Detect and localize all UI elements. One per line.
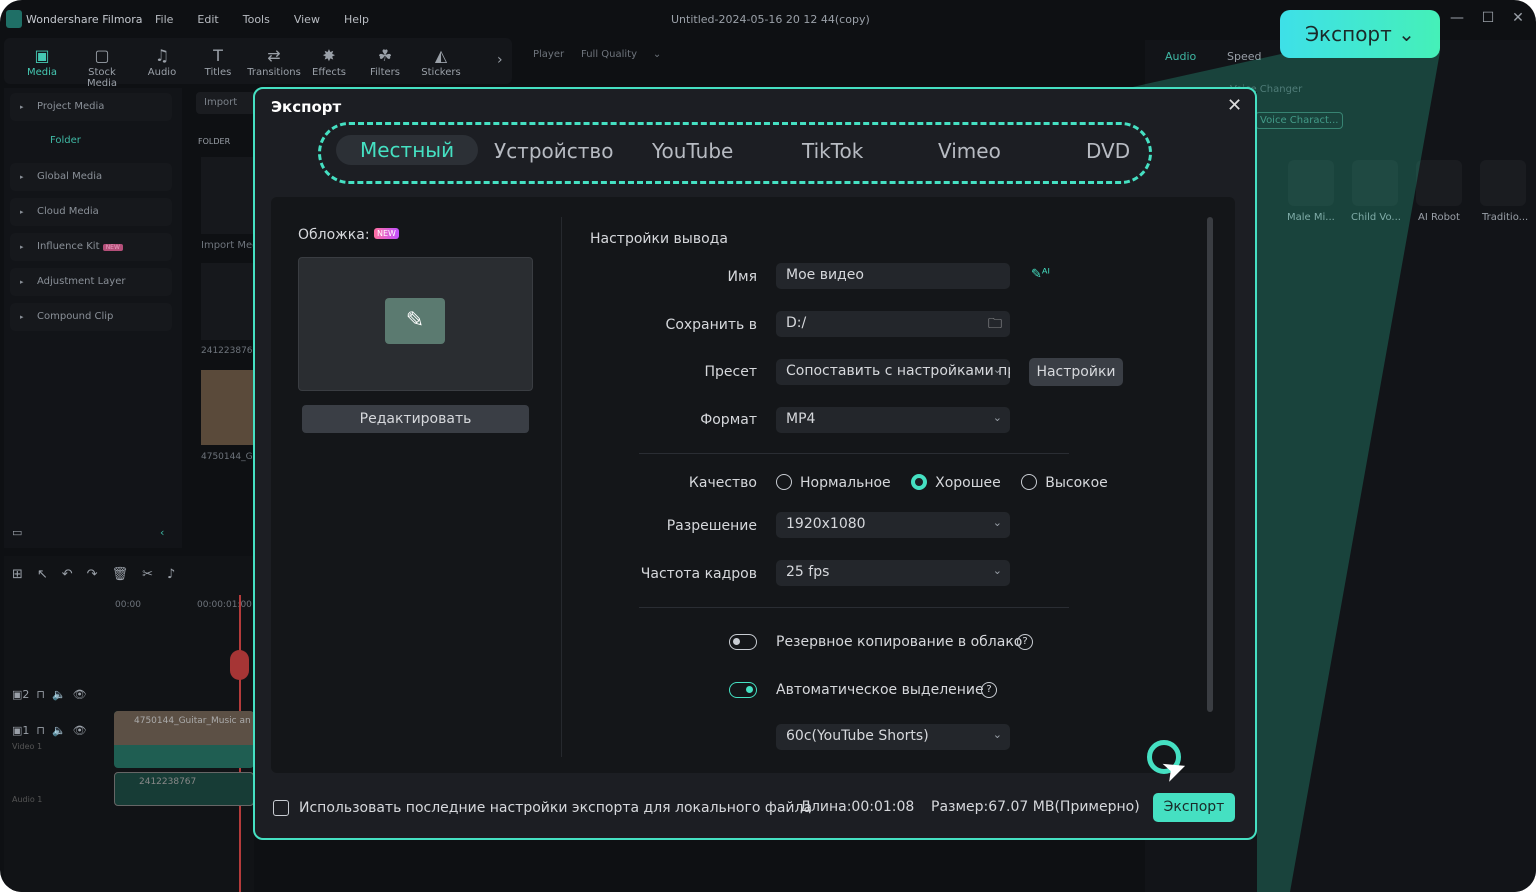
tab-tiktok[interactable]: TikTok [802,139,863,163]
preset-select[interactable]: Сопоставить с настройками проекта⌄ [776,359,1010,385]
export-button[interactable]: Экспорт [1153,793,1235,822]
help-icon[interactable]: ? [981,682,997,698]
quality-good-radio[interactable]: Хорошее [911,474,1001,491]
new-badge: NEW [373,228,399,239]
close-icon[interactable]: ✕ [1227,95,1242,116]
export-dialog: Экспорт ✕ Местный Устройство YouTube Tik… [253,87,1257,840]
cloud-backup-toggle[interactable] [729,634,757,650]
chevron-down-icon: ⌄ [992,516,1002,529]
highlight-duration-select[interactable]: 60с(YouTube Shorts) ⌄ [776,724,1010,750]
filmora-window: Wondershare Filmora File Edit Tools View Hel… [0,0,1536,892]
preset-settings-button[interactable]: Настройки [1029,358,1123,386]
auto-highlight-toggle[interactable] [729,682,757,698]
duration-text: Длина:00:01:08 [800,799,915,815]
format-label: Формат [700,412,757,428]
tab-device[interactable]: Устройство [494,139,613,163]
save-to-label: Сохранить в [665,317,757,333]
name-label: Имя [727,269,757,285]
fps-select[interactable]: 25 fps ⌄ [776,560,1010,586]
preset-label: Пресет [704,364,758,380]
quality-radio-group: Нормальное Хорошее Высокое [776,474,1108,491]
dialog-title: Экспорт [271,98,342,116]
quality-normal-radio[interactable]: Нормальное [776,474,891,491]
chevron-down-icon: ⌄ [1398,22,1415,46]
resolution-label: Разрешение [666,518,757,534]
scrollbar[interactable] [1207,217,1213,712]
quality-high-radio[interactable]: Высокое [1021,474,1108,491]
export-top-button[interactable]: Экспорт ⌄ [1280,10,1440,58]
cover-thumbnail[interactable]: ✎ [298,257,533,391]
name-input[interactable]: Мое видео [776,263,1010,289]
edit-cover-button[interactable]: Редактировать [302,405,529,433]
fps-label: Частота кадров [640,566,757,582]
cover-label: Обложка: NEW [298,227,399,243]
chevron-down-icon: ⌄ [992,728,1002,741]
edit-pencil-icon: ✎ [385,298,445,344]
resolution-select[interactable]: 1920x1080 ⌄ [776,512,1010,538]
use-last-settings-checkbox[interactable] [273,800,289,816]
divider [639,607,1069,608]
tab-dvd[interactable]: DVD [1086,139,1130,163]
chevron-down-icon: ⌄ [992,363,1002,376]
tab-youtube[interactable]: YouTube [652,139,733,163]
format-select[interactable]: MP4 ⌄ [776,407,1010,433]
divider [639,453,1069,454]
help-icon[interactable]: ? [1017,634,1033,650]
use-last-settings-label: Использовать последние настройки экспорт… [299,800,813,816]
chevron-down-icon: ⌄ [992,411,1002,424]
section-title: Настройки вывода [590,231,728,247]
export-target-tabs: Местный Устройство YouTube TikTok Vimeo … [318,122,1152,184]
cloud-backup-label: Резервное копирование в облако [776,634,1023,650]
quality-label: Качество [688,475,757,491]
save-path-input[interactable]: D:/🗀 [776,311,1010,337]
divider [561,217,562,757]
settings-panel: Обложка: NEW ✎ Редактировать Настройки в… [271,197,1235,773]
ai-rename-icon[interactable]: ✎ᴬᴵ [1031,267,1050,282]
tab-vimeo[interactable]: Vimeo [938,139,1001,163]
size-text: Размер:67.07 MB(Примерно) [931,799,1140,815]
tab-local[interactable]: Местный [336,135,479,165]
folder-icon[interactable]: 🗀 [988,313,1002,337]
chevron-down-icon: ⌄ [992,564,1002,577]
auto-highlight-label: Автоматическое выделение [776,682,984,698]
